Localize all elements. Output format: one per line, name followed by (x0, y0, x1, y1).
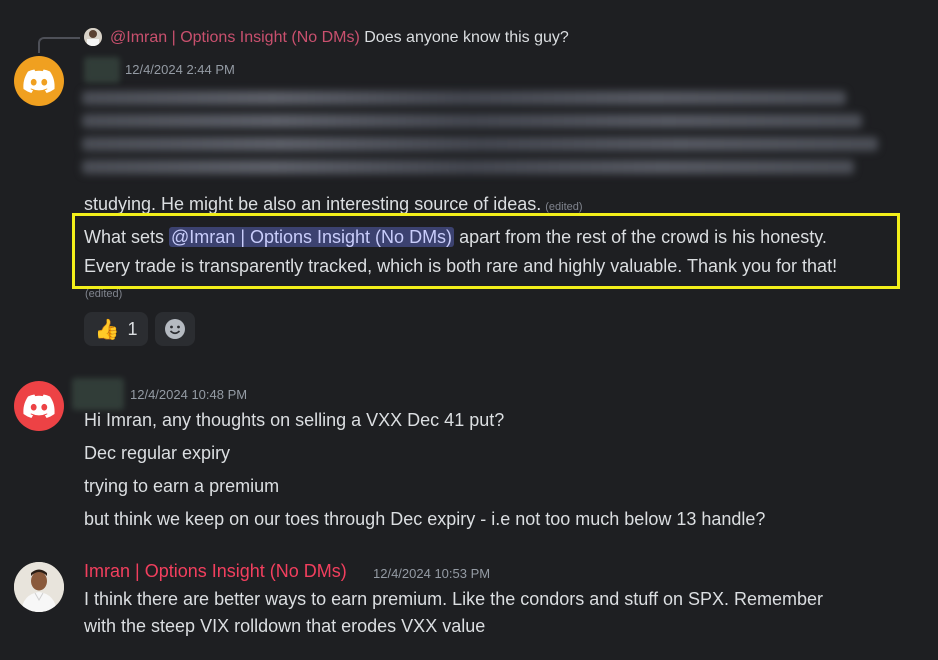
message-line: Dec regular expiry (84, 443, 231, 463)
reply-preview[interactable]: @Imran | Options Insight (No DMs) Does a… (110, 29, 569, 47)
avatar[interactable] (14, 56, 64, 106)
discord-icon (23, 394, 55, 418)
highlight-suffix: apart from the rest of the crowd is his … (454, 227, 827, 247)
message-timestamp: 12/4/2024 2:44 PM (125, 62, 235, 77)
reaction-count: 1 (127, 318, 138, 339)
discord-icon (23, 69, 55, 93)
edited-label: (edited) (545, 201, 583, 213)
thumbs-up-icon: 👍 (94, 318, 120, 341)
highlighted-line-2: Every trade is transparently tracked, wh… (84, 256, 838, 276)
avatar[interactable] (14, 562, 64, 612)
edited-label: (edited) (85, 288, 123, 300)
add-reaction-button[interactable] (155, 312, 195, 346)
user-photo-icon (14, 562, 64, 612)
message-line: trying to earn a premium (84, 476, 280, 496)
highlight-box (72, 213, 900, 289)
message-line: studying. He might be also an interestin… (84, 194, 583, 215)
message-timestamp: 12/4/2024 10:48 PM (130, 387, 248, 402)
message-line: but think we keep on our toes through De… (84, 509, 766, 529)
message-line: with the steep VIX rolldown that erodes … (84, 616, 486, 636)
highlighted-line-1: What sets @Imran | Options Insight (No D… (84, 227, 827, 248)
message-line: I think there are better ways to earn pr… (84, 589, 824, 609)
author-name-redacted[interactable] (72, 378, 124, 410)
reply-connector (38, 37, 80, 53)
message-timestamp: 12/4/2024 10:53 PM (373, 566, 491, 581)
avatar[interactable] (14, 381, 64, 431)
reaction-thumbs-up[interactable]: 👍 1 (84, 312, 148, 346)
message-text: studying. He might be also an interestin… (84, 194, 542, 214)
highlight-prefix: What sets (84, 227, 170, 247)
user-mention[interactable]: @Imran | Options Insight (No DMs) (169, 227, 455, 247)
smiley-icon (165, 319, 185, 339)
redacted-message-text (82, 82, 878, 188)
author-name[interactable]: Imran | Options Insight (No DMs) (84, 561, 347, 582)
author-name-redacted[interactable] (84, 57, 120, 83)
reply-avatar[interactable] (84, 28, 102, 46)
reply-mention[interactable]: @Imran | Options Insight (No DMs) (110, 29, 360, 46)
reply-text: Does anyone know this guy? (364, 29, 569, 46)
message-line: Hi Imran, any thoughts on selling a VXX … (84, 410, 505, 430)
author-name-text[interactable]: Imran | Options Insight (No DMs) (84, 561, 347, 581)
